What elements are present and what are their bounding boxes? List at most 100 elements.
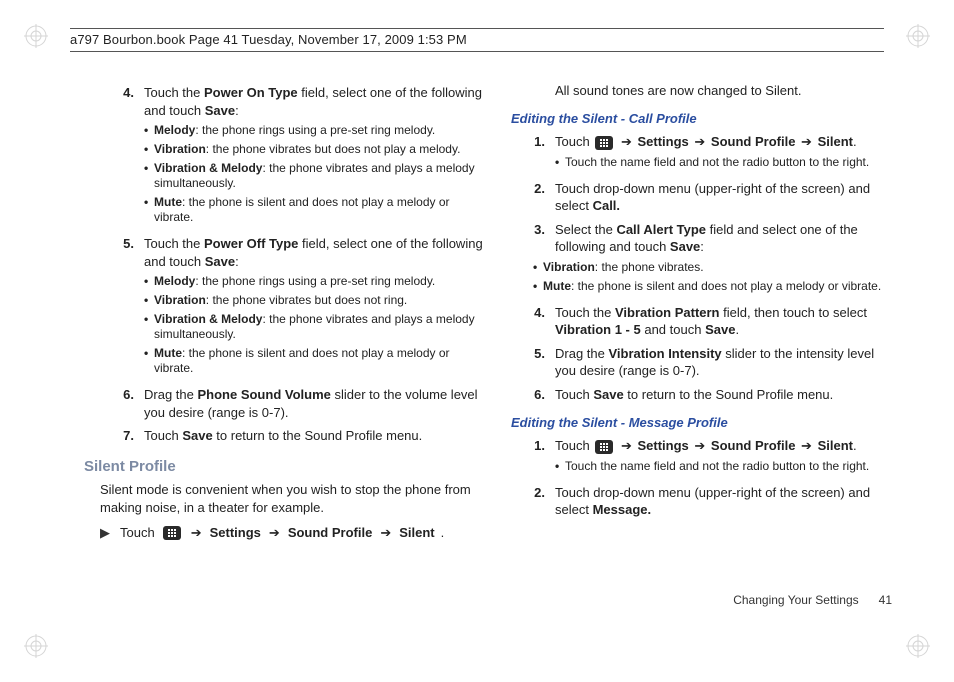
bullet-vibration-melody: •Vibration & Melody: the phone vibrates …	[144, 312, 483, 342]
step-body: Drag the Vibration Intensity slider to t…	[555, 345, 894, 380]
bullet-rest: : the phone vibrates but does not ring.	[206, 293, 407, 307]
arrow-icon: ➔	[378, 524, 393, 542]
arrow-icon: ➔	[267, 524, 282, 542]
step-number: 5.	[511, 345, 555, 380]
bullet-melody: •Melody: the phone rings using a pre-set…	[144, 123, 483, 138]
step-7: 7. Touch Save to return to the Sound Pro…	[100, 427, 483, 445]
bullet-vibration: •Vibration: the phone vibrates.	[533, 260, 894, 275]
bold-vibration-pattern: Vibration Pattern	[615, 305, 720, 320]
corner-ornament-tr	[906, 24, 930, 48]
bold-save: Save	[182, 428, 212, 443]
crumb-silent: Silent	[818, 438, 853, 453]
arrow-icon: ➔	[799, 134, 814, 149]
step-b2: 2. Touch drop-down menu (upper-right of …	[511, 484, 894, 519]
subheading-editing-silent-message-profile: Editing the Silent - Message Profile	[511, 414, 894, 432]
crumb-sound-profile: Sound Profile	[711, 134, 796, 149]
bullet-mute: •Mute: the phone is silent and does not …	[144, 195, 483, 225]
step-body: Touch ➔ Settings ➔ Sound Profile ➔ Silen…	[555, 133, 894, 174]
bullet-rest: : the phone rings using a pre-set ring m…	[195, 274, 435, 288]
text: field, then touch to select	[720, 305, 867, 320]
step-body: Touch drop-down menu (upper-right of the…	[555, 180, 894, 215]
crumb-settings: Settings	[637, 438, 688, 453]
step-number: 5.	[100, 235, 144, 380]
step-body: Touch the Vibration Pattern field, then …	[555, 304, 894, 339]
step-number: 4.	[100, 84, 144, 229]
step-body: Drag the Phone Sound Volume slider to th…	[144, 386, 483, 421]
bullet-rest: Touch the name field and not the radio b…	[565, 155, 894, 170]
step-4: 4. Touch the Power On Type field, select…	[100, 84, 483, 229]
bullet-label: Vibration & Melody	[154, 312, 262, 326]
arrow-icon: ➔	[189, 524, 204, 542]
bold-power-on-type: Power On Type	[204, 85, 298, 100]
text: .	[441, 524, 445, 542]
step-body: Touch the Power On Type field, select on…	[144, 84, 483, 229]
bold-vibration-intensity: Vibration Intensity	[608, 346, 721, 361]
footer-page-number: 41	[879, 593, 892, 607]
crumb-settings: Settings	[637, 134, 688, 149]
left-column: 4. Touch the Power On Type field, select…	[100, 82, 483, 622]
bullet-vibration-melody: •Vibration & Melody: the phone vibrates …	[144, 161, 483, 191]
step-6: 6. Drag the Phone Sound Volume slider to…	[100, 386, 483, 421]
text: Touch	[144, 428, 182, 443]
text: Touch	[555, 387, 593, 402]
bullet-label: Vibration	[154, 142, 206, 156]
text: :	[235, 254, 239, 269]
crumb-settings: Settings	[210, 524, 261, 542]
bullet-rest: Touch the name field and not the radio b…	[565, 459, 894, 474]
text: :	[235, 103, 239, 118]
text: Touch the	[144, 85, 204, 100]
step-number: 1.	[511, 133, 555, 174]
text: to return to the Sound Profile menu.	[624, 387, 834, 402]
corner-ornament-br	[906, 634, 930, 658]
step-a6: 6. Touch Save to return to the Sound Pro…	[511, 386, 894, 404]
bullet-label: Vibration	[543, 260, 595, 274]
step-body: Touch the Power Off Type field, select o…	[144, 235, 483, 380]
bold-save: Save	[205, 254, 235, 269]
step-body: Select the Call Alert Type field and sel…	[555, 221, 894, 298]
page-footer: Changing Your Settings41	[733, 592, 892, 608]
text: .	[853, 438, 857, 453]
text: Touch	[555, 438, 593, 453]
step-a5: 5. Drag the Vibration Intensity slider t…	[511, 345, 894, 380]
menu-icon	[163, 526, 181, 540]
bullet-rest: : the phone vibrates.	[595, 260, 704, 274]
arrow-icon: ➔	[692, 438, 707, 453]
step-body: Touch Save to return to the Sound Profil…	[144, 427, 483, 445]
bullet-list: •Melody: the phone rings using a pre-set…	[144, 123, 483, 225]
step-number: 6.	[511, 386, 555, 404]
text: Drag the	[555, 346, 608, 361]
bullet-list: •Touch the name field and not the radio …	[555, 459, 894, 474]
menu-icon	[595, 440, 613, 454]
bold-power-off-type: Power Off Type	[204, 236, 298, 251]
step-5: 5. Touch the Power Off Type field, selec…	[100, 235, 483, 380]
bold-call-alert-type: Call Alert Type	[616, 222, 706, 237]
bold-message: Message.	[593, 502, 652, 517]
bold-save: Save	[705, 322, 735, 337]
bullet-rest: : the phone vibrates but does not play a…	[206, 142, 461, 156]
step-body: Touch ➔ Settings ➔ Sound Profile ➔ Silen…	[555, 437, 894, 478]
bullet-label: Melody	[154, 123, 195, 137]
bullet-list: •Melody: the phone rings using a pre-set…	[144, 274, 483, 376]
step-a2: 2. Touch drop-down menu (upper-right of …	[511, 180, 894, 215]
arrow-icon: ➔	[692, 134, 707, 149]
heading-silent-profile: Silent Profile	[84, 457, 483, 477]
text: Drag the	[144, 387, 197, 402]
bullet-rest: : the phone rings using a pre-set ring m…	[195, 123, 435, 137]
step-number: 2.	[511, 484, 555, 519]
bullet-rest: : the phone is silent and does not play …	[154, 195, 450, 224]
bullet-melody: •Melody: the phone rings using a pre-set…	[144, 274, 483, 289]
text: :	[700, 239, 704, 254]
crumb-silent: Silent	[399, 524, 434, 542]
bold-save: Save	[593, 387, 623, 402]
step-number: 4.	[511, 304, 555, 339]
text: Select the	[555, 222, 616, 237]
step-body: Touch Save to return to the Sound Profil…	[555, 386, 894, 404]
bold-phone-sound-volume: Phone Sound Volume	[197, 387, 330, 402]
intro-line: All sound tones are now changed to Silen…	[555, 82, 894, 100]
bullet-label: Mute	[543, 279, 571, 293]
bullet-mute: •Mute: the phone is silent and does not …	[144, 346, 483, 376]
arrow-marker-icon: ▶	[100, 524, 114, 542]
bullet-vibration: •Vibration: the phone vibrates but does …	[144, 293, 483, 308]
text: Touch the	[144, 236, 204, 251]
arrow-icon: ➔	[799, 438, 814, 453]
